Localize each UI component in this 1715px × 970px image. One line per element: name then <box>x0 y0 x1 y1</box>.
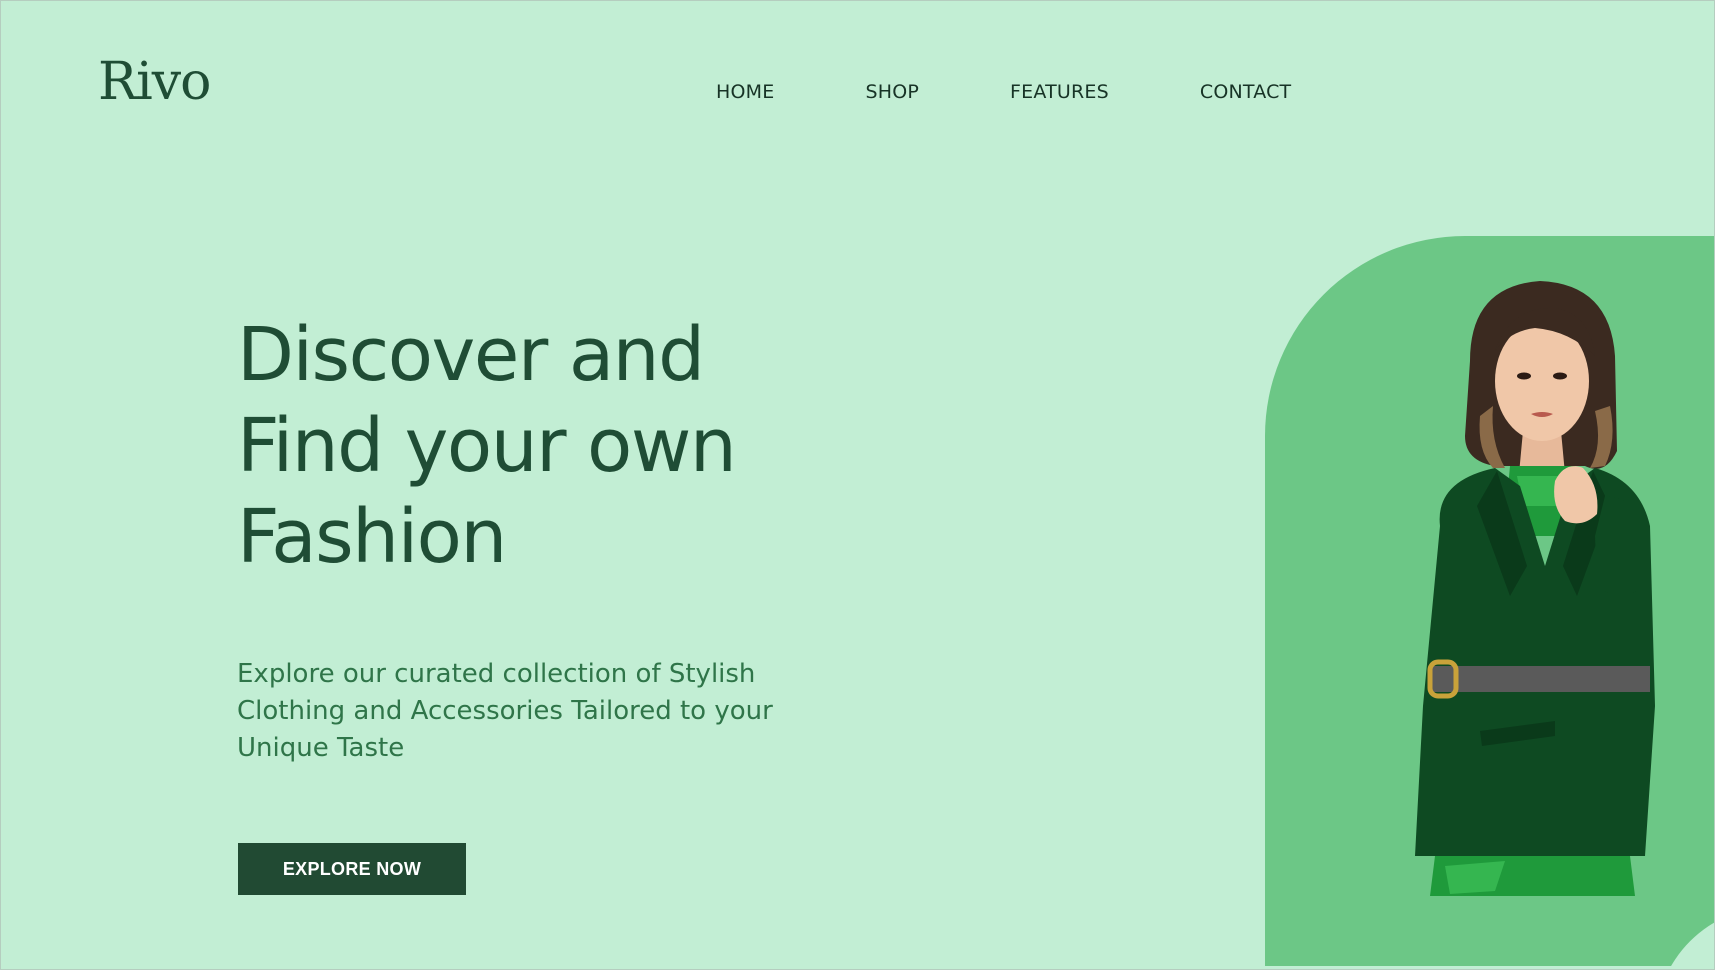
hero-headline-line: Discover and <box>237 312 705 398</box>
nav-link-contact[interactable]: CONTACT <box>1200 80 1292 104</box>
nav-link-shop[interactable]: SHOP <box>865 80 919 104</box>
hero-subtitle-line: Clothing and Accessories Tailored to you… <box>237 696 773 726</box>
explore-now-button[interactable]: EXPLORE NOW <box>238 843 466 895</box>
main-nav: HOME SHOP FEATURES CONTACT <box>716 80 1291 104</box>
brand-logo[interactable]: Rivo <box>98 56 211 108</box>
hero-subtitle-line: Unique Taste <box>237 733 405 763</box>
hero-subtitle: Explore our curated collection of Stylis… <box>237 656 837 767</box>
hero-headline-line: Find your own <box>237 403 737 489</box>
hero-subtitle-line: Explore our curated collection of Stylis… <box>237 659 756 689</box>
hero-headline-line: Fashion <box>237 494 507 580</box>
hero-headline: Discover and Find your own Fashion <box>237 310 957 583</box>
nav-link-features[interactable]: FEATURES <box>1010 80 1109 104</box>
nav-link-home[interactable]: HOME <box>716 80 774 104</box>
fashion-model-image <box>1415 281 1655 896</box>
hero-image-panel <box>1265 236 1715 966</box>
